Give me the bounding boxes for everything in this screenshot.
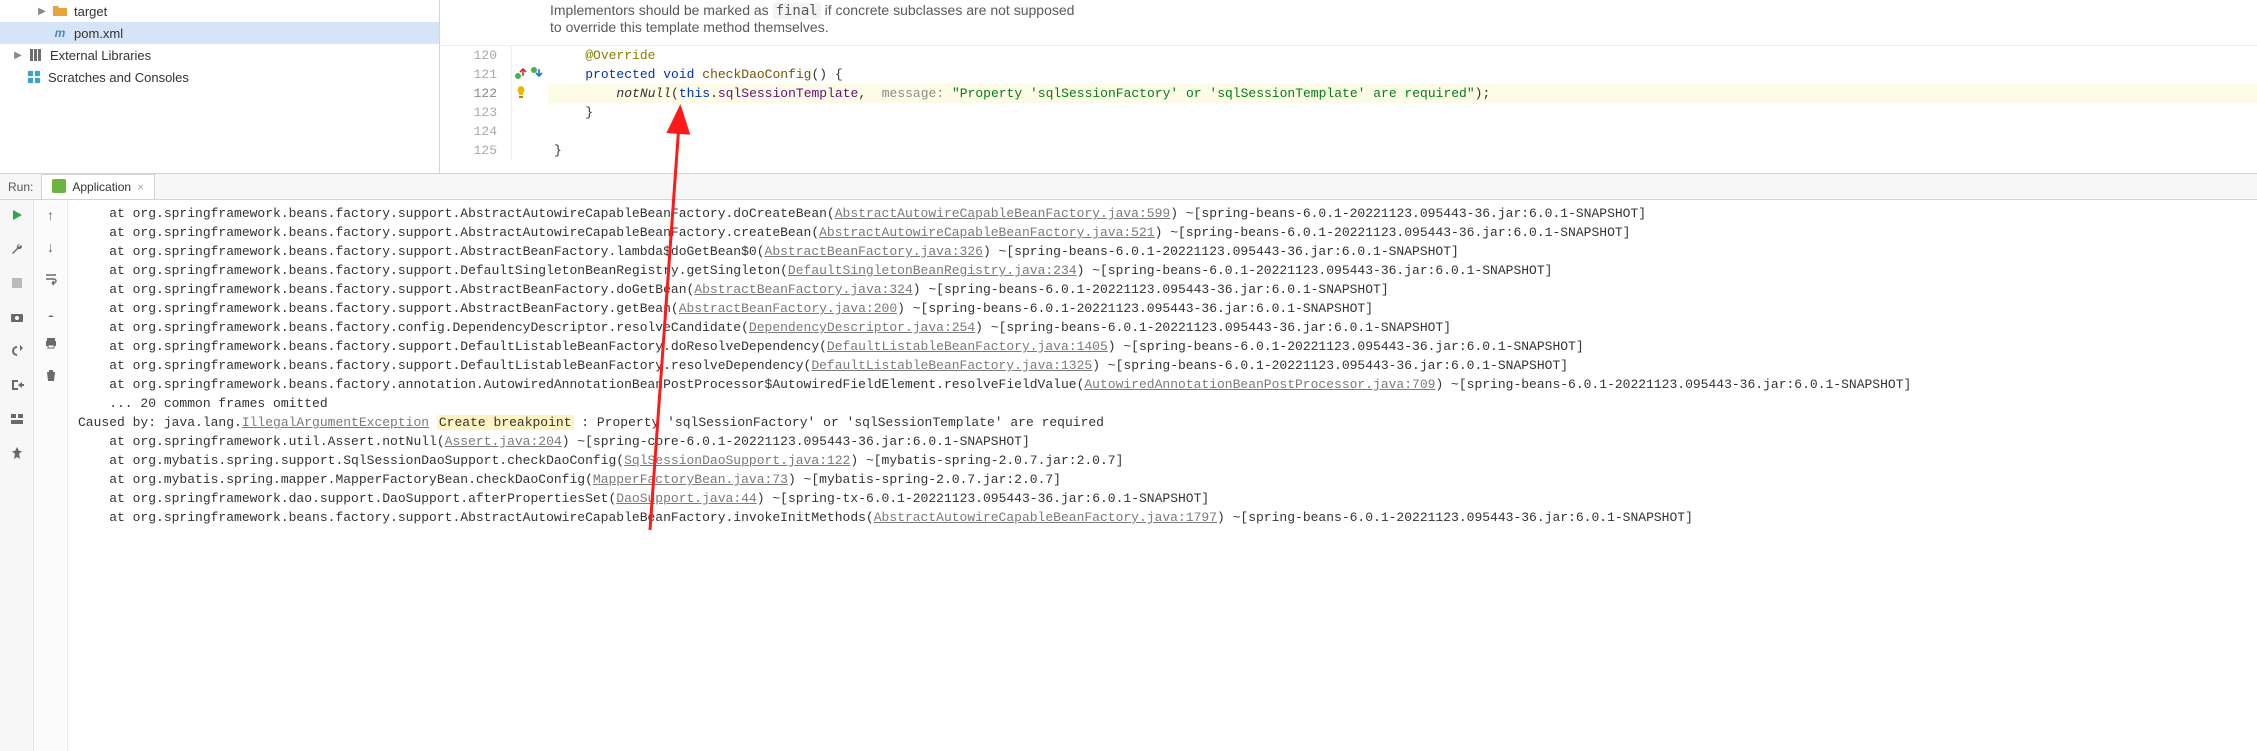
camera-icon[interactable] <box>8 308 26 326</box>
stacktrace-link[interactable]: DaoSupport.java:44 <box>616 491 756 506</box>
console-line: ... 20 common frames omitted <box>78 394 2257 413</box>
inlay-hint: message: <box>882 86 944 101</box>
rerun-icon[interactable] <box>8 206 26 224</box>
stack-up-icon[interactable]: ↑ <box>42 206 60 224</box>
stacktrace-link[interactable]: SqlSessionDaoSupport.java:122 <box>624 453 850 468</box>
tree-item-pom[interactable]: m pom.xml <box>0 22 439 44</box>
scratches-icon <box>26 69 42 85</box>
stacktrace-link[interactable]: DefaultListableBeanFactory.java:1405 <box>827 339 1108 354</box>
console-output[interactable]: at org.springframework.beans.factory.sup… <box>68 200 2257 751</box>
exit-icon[interactable] <box>8 376 26 394</box>
layout-icon[interactable] <box>8 410 26 428</box>
console-line: at org.springframework.beans.factory.sup… <box>78 223 2257 242</box>
run-tab-application[interactable]: Application × <box>41 174 155 199</box>
soft-wrap-icon[interactable] <box>42 270 60 288</box>
console-line: Caused by: java.lang.IllegalArgumentExce… <box>78 413 2257 432</box>
stacktrace-link[interactable]: AbstractBeanFactory.java:200 <box>679 301 897 316</box>
run-tool-window[interactable]: Run: Application × <box>0 174 2257 751</box>
print-icon[interactable] <box>42 334 60 352</box>
tree-item-label: pom.xml <box>74 26 123 41</box>
run-tab-label: Application <box>72 180 131 194</box>
stop-icon[interactable] <box>8 274 26 292</box>
tree-item-target[interactable]: ▶ target <box>0 0 439 22</box>
javadoc-code: final <box>773 3 821 19</box>
line-number-gutter[interactable]: 120 121 122 123 124 125 <box>440 46 512 160</box>
javadoc-rendered: Implementors should be marked as final i… <box>440 0 2257 46</box>
library-icon <box>28 47 44 63</box>
console-line: at org.springframework.beans.factory.sup… <box>78 508 2257 527</box>
override-up-icon[interactable] <box>514 66 528 84</box>
override-down-icon[interactable] <box>530 66 544 84</box>
restart-icon[interactable] <box>8 342 26 360</box>
close-icon[interactable]: × <box>137 180 144 194</box>
editor-panel[interactable]: Implementors should be marked as final i… <box>440 0 2257 173</box>
maven-file-icon: m <box>52 25 68 41</box>
console-line: at org.springframework.beans.factory.sup… <box>78 337 2257 356</box>
expander-icon[interactable]: ▶ <box>36 5 48 17</box>
console-line: at org.springframework.beans.factory.sup… <box>78 242 2257 261</box>
code-area[interactable]: 120 121 122 123 124 125 <box>440 46 2257 160</box>
console-line: at org.mybatis.spring.support.SqlSession… <box>78 451 2257 470</box>
stacktrace-link[interactable]: DefaultSingletonBeanRegistry.java:234 <box>788 263 1077 278</box>
project-tree[interactable]: ▶ target m pom.xml ▶ External Libraries <box>0 0 440 173</box>
stacktrace-link[interactable]: Assert.java:204 <box>445 434 562 449</box>
pin-icon[interactable] <box>8 444 26 462</box>
console-line: at org.springframework.beans.factory.sup… <box>78 299 2257 318</box>
expander-icon[interactable]: ▶ <box>12 49 24 61</box>
stacktrace-link[interactable]: AbstractAutowireCapableBeanFactory.java:… <box>874 510 1217 525</box>
tree-item-label: Scratches and Consoles <box>48 70 189 85</box>
console-line: at org.springframework.beans.factory.ann… <box>78 375 2257 394</box>
stacktrace-link[interactable]: MapperFactoryBean.java:73 <box>593 472 788 487</box>
tree-item-label: target <box>74 4 107 19</box>
console-line: at org.springframework.beans.factory.con… <box>78 318 2257 337</box>
run-label: Run: <box>0 180 41 194</box>
console-line: at org.springframework.dao.support.DaoSu… <box>78 489 2257 508</box>
stacktrace-link[interactable]: AbstractBeanFactory.java:324 <box>694 282 912 297</box>
console-line: at org.springframework.util.Assert.notNu… <box>78 432 2257 451</box>
run-toolbar-primary[interactable] <box>0 200 34 751</box>
stacktrace-link[interactable]: AbstractAutowireCapableBeanFactory.java:… <box>819 225 1154 240</box>
console-line: at org.springframework.beans.factory.sup… <box>78 356 2257 375</box>
tree-item-label: External Libraries <box>50 48 151 63</box>
trash-icon[interactable] <box>42 366 60 384</box>
run-toolbar-secondary[interactable]: ↑ ↓ <box>34 200 68 751</box>
scroll-end-icon[interactable] <box>42 302 60 320</box>
stacktrace-link[interactable]: IllegalArgumentException <box>242 415 429 430</box>
gutter-icons[interactable] <box>512 46 548 160</box>
stacktrace-link[interactable]: DependencyDescriptor.java:254 <box>749 320 975 335</box>
spring-config-icon <box>52 179 66 196</box>
create-breakpoint-button[interactable]: Create breakpoint <box>437 415 574 430</box>
stack-down-icon[interactable]: ↓ <box>42 238 60 256</box>
console-line: at org.mybatis.spring.mapper.MapperFacto… <box>78 470 2257 489</box>
console-line: at org.springframework.beans.factory.sup… <box>78 204 2257 223</box>
console-line: at org.springframework.beans.factory.sup… <box>78 280 2257 299</box>
tree-item-scratches[interactable]: Scratches and Consoles <box>0 66 439 88</box>
tree-item-external-libraries[interactable]: ▶ External Libraries <box>0 44 439 66</box>
stacktrace-link[interactable]: AutowiredAnnotationBeanPostProcessor.jav… <box>1084 377 1435 392</box>
console-line: at org.springframework.beans.factory.sup… <box>78 261 2257 280</box>
stacktrace-link[interactable]: AbstractBeanFactory.java:326 <box>765 244 983 259</box>
folder-icon <box>52 3 68 19</box>
wrench-icon[interactable] <box>8 240 26 258</box>
code-lines[interactable]: @Override protected void checkDaoConfig(… <box>548 46 2257 160</box>
stacktrace-link[interactable]: AbstractAutowireCapableBeanFactory.java:… <box>835 206 1170 221</box>
intention-bulb-icon[interactable] <box>514 85 528 103</box>
stacktrace-link[interactable]: DefaultListableBeanFactory.java:1325 <box>811 358 1092 373</box>
